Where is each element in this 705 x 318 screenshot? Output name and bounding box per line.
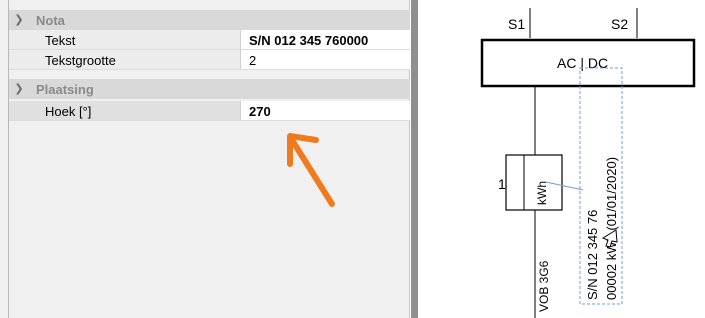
property-row-tekst[interactable]: Tekst S/N 012 345 760000	[9, 30, 410, 50]
property-name: Tekst	[45, 33, 76, 48]
chevron-down-icon[interactable]: ❯	[11, 81, 27, 97]
schematic-svg: S1 S2 AC | DC 1 kWh VOB 3G6 S/N 012 345 …	[480, 8, 696, 318]
meter-index: 1	[498, 176, 506, 192]
property-value-input[interactable]: S/N 012 345 760000	[249, 33, 409, 48]
property-grid: ❯ Nota Tekst S/N 012 345 760000 Tekstgro…	[0, 0, 410, 318]
cable-label: VOB 3G6	[537, 260, 551, 312]
category-label: Nota	[36, 13, 65, 28]
terminal-label-s1: S1	[508, 16, 525, 32]
property-value-input[interactable]: 2	[249, 53, 409, 68]
note-line-1: S/N 012 345 76	[585, 210, 600, 300]
note-line-2: 00002 kWh (01/01/2020)	[604, 157, 619, 300]
meter-label: kWh	[535, 181, 549, 205]
property-row-tekstgrootte[interactable]: Tekstgrootte 2	[9, 50, 410, 70]
property-name: Tekstgrootte	[45, 53, 116, 68]
acdc-label: AC | DC	[557, 55, 608, 71]
category-nota[interactable]: ❯ Nota	[9, 10, 410, 30]
chevron-down-icon[interactable]: ❯	[11, 12, 27, 28]
property-name: Hoek [°]	[45, 104, 92, 119]
panel-splitter[interactable]	[411, 0, 418, 318]
property-row-hoek[interactable]: Hoek [°] 270	[9, 101, 410, 121]
terminal-label-s2: S2	[611, 16, 628, 32]
annotation-arrow-icon	[287, 133, 335, 207]
property-name-cell: Hoek [°]	[9, 101, 241, 120]
drawing-canvas[interactable]: S1 S2 AC | DC 1 kWh VOB 3G6 S/N 012 345 …	[420, 0, 705, 318]
category-plaatsing[interactable]: ❯ Plaatsing	[9, 79, 410, 99]
property-name-cell: Tekstgrootte	[9, 50, 241, 69]
property-value-input[interactable]: 270	[249, 104, 409, 119]
category-label: Plaatsing	[36, 82, 94, 97]
property-name-cell: Tekst	[9, 30, 241, 49]
kwh-meter[interactable]	[505, 154, 563, 211]
